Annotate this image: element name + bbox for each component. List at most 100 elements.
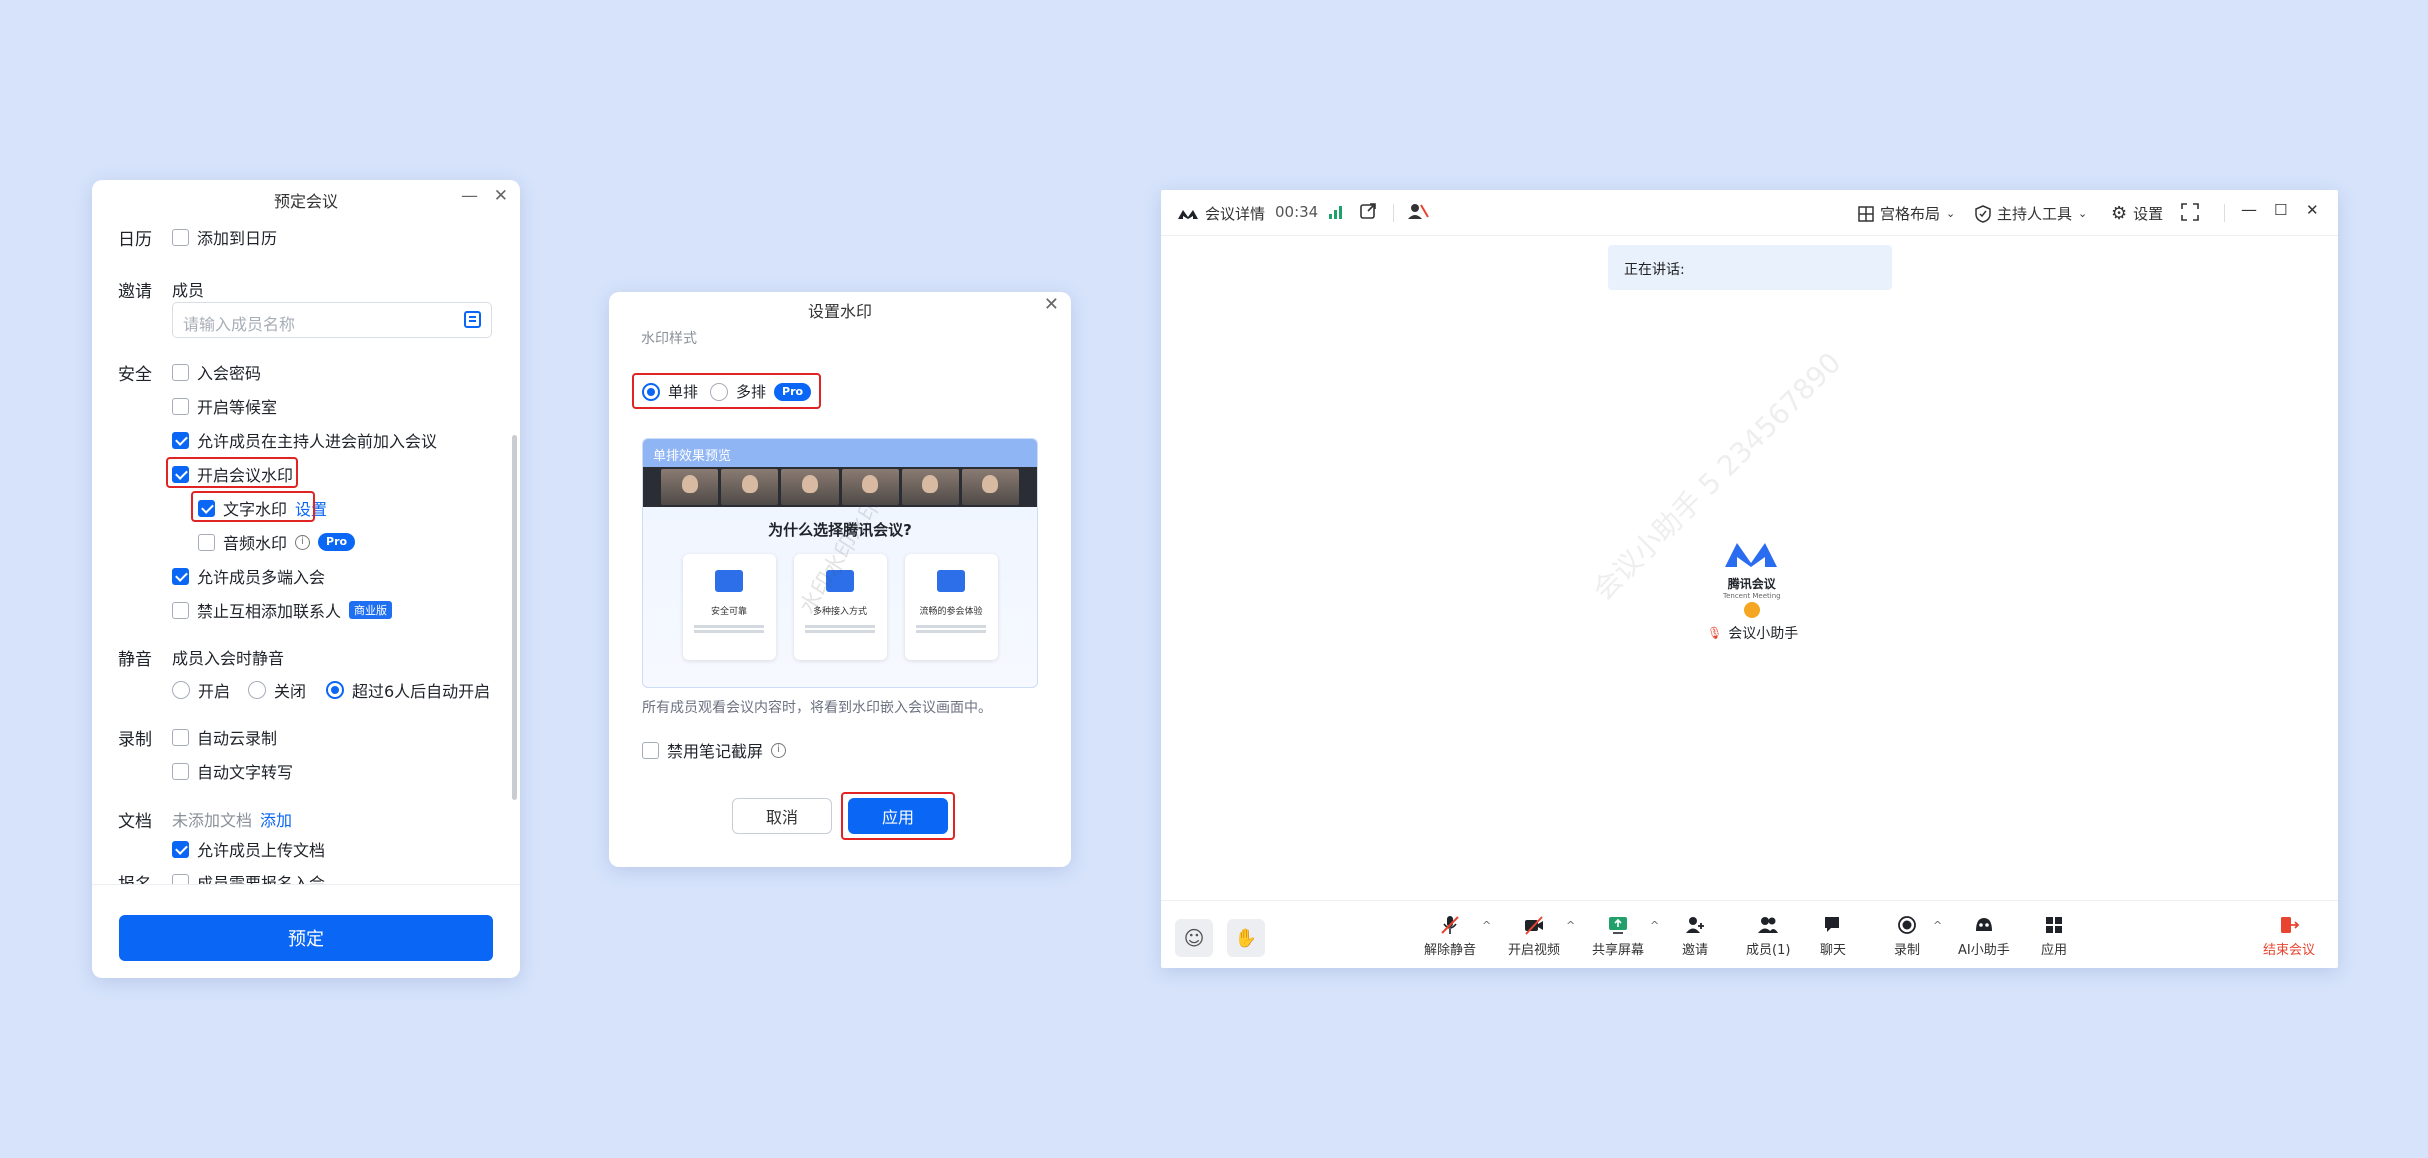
mute-auto-label: 超过6人后自动开启 [352,682,491,701]
share-screen-label: 共享屏幕 [1592,943,1645,958]
mute-off-label: 关闭 [274,682,307,701]
signal-icon[interactable] [1328,204,1344,220]
option-disable-screenshot[interactable]: 禁用笔记截屏 i [642,738,787,762]
host-tools-button[interactable]: 主持人工具 ⌄ [1975,203,2087,224]
host-tools-label: 主持人工具 [1997,205,2073,223]
disable-screenshot-checkbox[interactable] [642,741,659,759]
option-meeting-password[interactable]: 入会密码 [172,360,261,384]
meeting-watermark-checkbox[interactable] [172,465,189,483]
text-watermark-checkbox[interactable] [198,499,215,517]
join-before-host-checkbox[interactable] [172,431,189,449]
no-add-contact-checkbox[interactable] [172,601,189,619]
mute-auto-radio[interactable] [326,681,344,699]
close-icon[interactable]: ✕ [1044,294,1059,315]
option-text-watermark[interactable]: 文字水印 设置 [198,496,327,520]
mute-on-radio[interactable] [172,681,190,699]
record-button[interactable]: 录制 [1894,915,1920,958]
invite-label: 邀请 [1682,943,1709,958]
mute-on-join-label: 成员入会时静音 [172,649,285,668]
apps-button[interactable]: 应用 [2041,915,2067,958]
divider [2224,204,2225,222]
waiting-room-checkbox[interactable] [172,397,189,415]
option-allow-upload[interactable]: 允许成员上传文档 [172,837,325,861]
multi-row-radio[interactable] [710,382,728,401]
option-meeting-watermark[interactable]: 开启会议水印 [172,462,293,486]
option-multi-device[interactable]: 允许成员多端入会 [172,564,325,588]
option-auto-transcribe[interactable]: 自动文字转写 [172,759,293,783]
business-badge: 商业版 [349,601,393,619]
members-button[interactable]: 成员(1) [1746,915,1790,958]
chevron-up-icon[interactable]: ^ [1933,919,1942,932]
audio-watermark-checkbox[interactable] [198,533,215,551]
option-auto-cloud-record[interactable]: 自动云录制 [172,725,277,749]
book-button[interactable]: 预定 [119,915,493,961]
mute-option-auto[interactable]: 超过6人后自动开启 [326,678,490,702]
unmute-button[interactable]: 解除静音 [1424,915,1476,958]
minimize-icon[interactable]: — [461,186,478,206]
chat-button[interactable]: 聊天 [1820,915,1846,958]
watermark-settings-dialog: 设置水印 ✕ 水印样式 单排 多排 Pro 单排效果预览 为什么选择腾讯会议? … [609,292,1071,867]
apps-icon [2046,917,2062,933]
cancel-button[interactable]: 取消 [732,798,832,834]
member-search-input[interactable]: 请输入成员名称 [172,302,492,338]
contacts-icon[interactable] [464,311,481,328]
docs-none-text: 未添加文档 [172,811,253,830]
info-icon[interactable]: i [771,742,787,758]
apply-button[interactable]: 应用 [848,798,948,834]
end-meeting-button[interactable]: 结束会议 [2263,915,2315,958]
share-link-icon[interactable] [1359,202,1377,220]
option-signup[interactable]: 成员需要报名入会 [172,870,325,884]
meeting-details-button[interactable]: 会议详情 [1177,203,1265,224]
ai-assistant-button[interactable]: AI小助手 [1958,915,2010,958]
meeting-timer: 00:34 [1275,203,1319,221]
chevron-up-icon[interactable]: ^ [1566,919,1575,932]
settings-button[interactable]: ⚙ 设置 [2111,203,2163,224]
signup-checkbox[interactable] [172,873,189,884]
allow-upload-checkbox[interactable] [172,840,189,858]
close-icon[interactable]: ✕ [2306,201,2319,219]
start-video-button[interactable]: 开启视频 [1508,915,1560,958]
scrollbar[interactable] [512,435,517,800]
card-text-lines [805,625,875,628]
share-screen-button[interactable]: 共享屏幕 [1592,915,1644,958]
mute-option-off[interactable]: 关闭 [248,678,306,702]
text-watermark-settings-link[interactable]: 设置 [295,496,327,520]
raise-hand-button[interactable]: ✋ [1227,919,1265,957]
add-to-calendar[interactable]: 添加到日历 [172,225,277,249]
option-audio-watermark[interactable]: 音频水印 i Pro [198,530,356,554]
allow-upload-label: 允许成员上传文档 [197,841,326,860]
speaker-off-icon[interactable] [1407,201,1429,221]
auto-cloud-record-checkbox[interactable] [172,728,189,746]
invite-button[interactable]: 邀请 [1682,915,1708,958]
add-doc-link[interactable]: 添加 [260,807,292,831]
option-join-before-host[interactable]: 允许成员在主持人进会前加入会议 [172,428,437,452]
meeting-password-checkbox[interactable] [172,363,189,381]
divider [1393,204,1394,222]
minimize-icon[interactable]: — [2241,200,2257,219]
multi-device-checkbox[interactable] [172,567,189,585]
reaction-button[interactable]: ☺ [1175,919,1213,957]
fullscreen-icon[interactable] [2181,203,2199,221]
join-before-host-label: 允许成员在主持人进会前加入会议 [197,432,438,451]
option-waiting-room[interactable]: 开启等候室 [172,394,277,418]
add-to-calendar-checkbox[interactable] [172,228,189,246]
single-row-radio[interactable] [642,382,660,401]
grid-layout-button[interactable]: 宫格布局 ⌄ [1858,203,1955,224]
option-no-add-contact[interactable]: 禁止互相添加联系人 商业版 [172,598,393,622]
chevron-up-icon[interactable]: ^ [1650,919,1659,932]
mute-off-radio[interactable] [248,681,266,699]
info-icon[interactable]: i [295,534,311,550]
apps-label: 应用 [2041,943,2068,958]
host-badge-icon [1743,602,1760,618]
record-icon [1898,916,1916,934]
chevron-up-icon[interactable]: ^ [1482,919,1491,932]
maximize-icon[interactable]: ☐ [2274,201,2287,219]
close-icon[interactable]: ✕ [494,186,508,206]
style-single[interactable]: 单排 [642,381,698,402]
mute-option-on[interactable]: 开启 [172,678,230,702]
pro-badge: Pro [774,382,812,401]
auto-transcribe-checkbox[interactable] [172,762,189,780]
video-tile [901,469,959,505]
style-multi[interactable]: 多排 Pro [710,381,812,402]
settings-label: 设置 [2133,205,2164,223]
